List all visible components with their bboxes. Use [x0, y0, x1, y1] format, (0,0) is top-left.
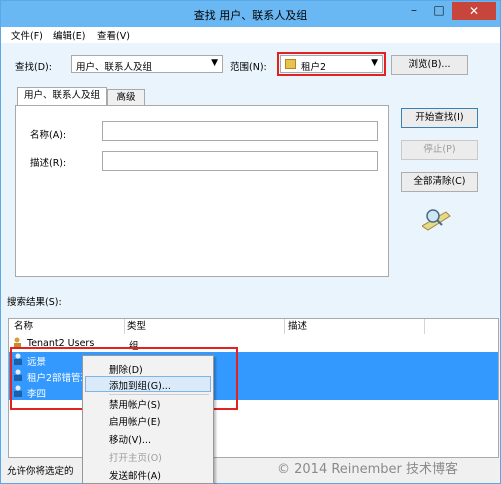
stop-button[interactable]: 停止(P) — [401, 140, 478, 160]
maximize-button[interactable]: □ — [426, 2, 452, 18]
context-menu: 删除(D) 添加到组(G)... 禁用帐户(S) 启用帐户(E) 移动(V)..… — [82, 355, 214, 484]
status-text: 允许你将选定的 — [7, 466, 74, 477]
ctx-move[interactable]: 移动(V)... — [109, 432, 151, 446]
column-header-name[interactable]: 名称 — [14, 319, 33, 334]
watermark-text: © 2014 Reinember 技术博客 — [277, 462, 459, 477]
name-label: 名称(A): — [30, 130, 67, 141]
menu-separator — [109, 394, 209, 395]
find-label: 查找(D): — [15, 62, 52, 73]
search-magnifier-icon — [421, 206, 452, 231]
clear-all-button[interactable]: 全部清除(C) — [401, 172, 478, 192]
title-bar[interactable]: 查找 用户、联系人及组 – □ ✕ — [1, 1, 500, 27]
ctx-add-to-group[interactable]: 添加到组(G)... — [109, 378, 171, 392]
scope-highlight-box — [277, 52, 386, 76]
ctx-disable-account[interactable]: 禁用帐户(S) — [109, 397, 160, 411]
menu-view[interactable]: 查看(V) — [97, 28, 130, 42]
scope-label: 范围(N): — [230, 62, 267, 73]
column-header-type[interactable]: 类型 — [127, 319, 146, 334]
start-search-button[interactable]: 开始查找(I) — [401, 108, 478, 128]
minimize-button[interactable]: – — [401, 2, 427, 18]
name-input[interactable] — [102, 121, 378, 141]
description-label: 描述(R): — [30, 158, 67, 169]
column-header-description[interactable]: 描述 — [288, 319, 307, 334]
browse-button[interactable]: 浏览(B)... — [391, 55, 468, 75]
chevron-down-icon: ▼ — [211, 58, 218, 68]
find-type-value: 用户、联系人及组 — [76, 62, 153, 73]
menu-file[interactable]: 文件(F) — [11, 28, 43, 42]
column-divider — [124, 319, 125, 334]
description-input[interactable] — [102, 151, 378, 171]
close-button[interactable]: ✕ — [452, 2, 496, 20]
ctx-enable-account[interactable]: 启用帐户(E) — [109, 414, 160, 428]
column-divider — [424, 319, 425, 334]
tab-users-contacts-groups[interactable]: 用户、联系人及组 — [17, 87, 107, 106]
search-results-label: 搜索结果(S): — [7, 297, 62, 308]
menu-bar: 文件(F) 编辑(E) 查看(V) — [1, 27, 500, 43]
search-criteria-panel: 名称(A): 描述(R): — [15, 105, 389, 277]
ctx-open-homepage: 打开主页(O) — [109, 453, 162, 464]
ctx-send-mail[interactable]: 发送邮件(A) — [109, 468, 161, 482]
tab-advanced[interactable]: 高级 — [107, 89, 145, 106]
column-divider — [284, 319, 285, 334]
find-type-select[interactable]: 用户、联系人及组 ▼ — [71, 55, 223, 73]
find-dialog-window: 查找 用户、联系人及组 – □ ✕ 文件(F) 编辑(E) 查看(V) 查找(D… — [0, 0, 501, 484]
menu-edit[interactable]: 编辑(E) — [53, 28, 85, 42]
ctx-delete[interactable]: 删除(D) — [109, 362, 143, 376]
